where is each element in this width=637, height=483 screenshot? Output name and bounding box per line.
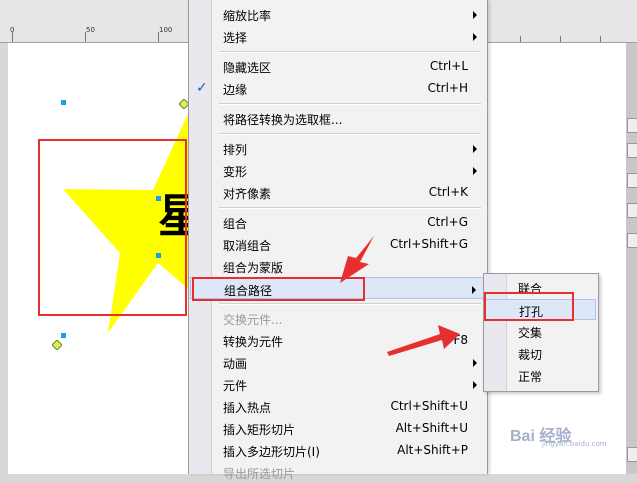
menu-separator — [219, 133, 481, 135]
menu-item-shortcut: Alt+Shift+P — [397, 443, 468, 457]
menu-item-shortcut: Ctrl+Shift+G — [389, 237, 468, 251]
ruler-tick — [600, 36, 601, 42]
submenu-item-normal[interactable]: 正常 — [485, 365, 596, 386]
menu-item-label: 动画 — [223, 357, 248, 371]
submenu-arrow-icon — [473, 11, 477, 19]
annotation-box-punch — [484, 292, 574, 321]
ruler-tick — [560, 36, 561, 42]
menu-item-animation[interactable]: 动画 — [190, 351, 486, 373]
menu-item-convert-to-symbol[interactable]: 转换为元件 F8 — [190, 329, 486, 351]
panel-slot[interactable] — [627, 118, 637, 133]
menu-item-select[interactable]: 选择 — [190, 25, 486, 47]
menu-item-shortcut: F8 — [453, 333, 468, 347]
annotation-box-combine-paths — [192, 277, 365, 301]
menu-item-insert-poly-slice[interactable]: 插入多边形切片(I) Alt+Shift+P — [190, 439, 486, 461]
menu-item-transform[interactable]: 变形 — [190, 159, 486, 181]
panel-slot[interactable] — [627, 173, 637, 188]
menu-item-label: 排列 — [223, 143, 248, 157]
submenu-arrow-icon — [472, 286, 476, 294]
watermark-subtext: jingyan.baidu.com — [542, 440, 607, 448]
menu-item-label: 隐藏选区 — [223, 61, 272, 75]
menu-item-label: 边缘 — [223, 83, 248, 97]
ruler-label: 100 — [159, 26, 173, 34]
selection-handle[interactable] — [61, 333, 66, 338]
document-canvas-right — [486, 43, 626, 474]
menu-item-symbol[interactable]: 元件 — [190, 373, 486, 395]
menu-item-label: 元件 — [223, 379, 248, 393]
menu-item-label: 组合为蒙版 — [223, 261, 284, 275]
menu-item-zoom[interactable]: 缩放比率 — [190, 3, 486, 25]
menu-item-insert-hotspot[interactable]: 插入热点 Ctrl+Shift+U — [190, 395, 486, 417]
submenu-item-crop[interactable]: 裁切 — [485, 343, 596, 364]
menu-item-ungroup[interactable]: 取消组合 Ctrl+Shift+G — [190, 233, 486, 255]
annotation-box-star — [38, 139, 187, 316]
menu-separator — [219, 303, 481, 305]
menu-item-shortcut: Alt+Shift+U — [395, 421, 468, 435]
menu-item-shortcut: Ctrl+K — [428, 185, 468, 199]
menu-item-label: 变形 — [223, 165, 248, 179]
menu-item-label: 缩放比率 — [223, 9, 272, 23]
menu-item-snap-pixel[interactable]: 对齐像素 Ctrl+K — [190, 181, 486, 203]
menu-separator — [219, 51, 481, 53]
panel-slot[interactable] — [627, 143, 637, 158]
menu-item-path-to-marquee[interactable]: 将路径转换为选取框... — [190, 107, 486, 129]
menu-item-swap-symbol[interactable]: 交换元件... — [190, 307, 486, 329]
menu-item-shortcut: Ctrl+G — [427, 215, 468, 229]
menu-item-label: 取消组合 — [223, 239, 272, 253]
menu-item-arrange[interactable]: 排列 — [190, 137, 486, 159]
menu-item-hide-selection[interactable]: 隐藏选区 Ctrl+L — [190, 55, 486, 77]
submenu-arrow-icon — [473, 145, 477, 153]
menu-item-group[interactable]: 组合 Ctrl+G — [190, 211, 486, 233]
menu-item-label: 组合 — [223, 217, 248, 231]
menu-item-shortcut: Ctrl+H — [427, 81, 468, 95]
selection-handle[interactable] — [61, 100, 66, 105]
menu-item-shortcut: Ctrl+L — [429, 59, 468, 73]
watermark-logo: Bai 经验 jingyan.baidu.com — [488, 420, 634, 454]
menu-item-label: 对齐像素 — [223, 187, 272, 201]
side-panel — [626, 43, 637, 474]
combine-paths-submenu: 联合 打孔 交集 裁切 正常 — [483, 273, 599, 392]
menu-separator — [219, 103, 481, 105]
ruler-tick — [520, 36, 521, 42]
submenu-item-label: 交集 — [518, 326, 543, 340]
menu-item-export-slice[interactable]: 导出所选切片 — [190, 461, 486, 483]
panel-slot[interactable] — [627, 233, 637, 248]
ruler-label: 50 — [86, 26, 95, 34]
menu-item-shortcut: Ctrl+Shift+U — [390, 399, 468, 413]
menu-separator — [219, 207, 481, 209]
menu-item-label: 插入多边形切片(I) — [223, 445, 320, 459]
menu-item-label: 转换为元件 — [223, 335, 284, 349]
context-menu: 缩放比率 选择 隐藏选区 Ctrl+L ✓ 边缘 Ctrl+H 将路径转换为选取… — [188, 0, 488, 481]
submenu-arrow-icon — [473, 167, 477, 175]
menu-item-edges[interactable]: ✓ 边缘 Ctrl+H — [190, 77, 486, 99]
checkmark-icon: ✓ — [196, 80, 208, 96]
menu-item-label: 选择 — [223, 31, 248, 45]
menu-item-label: 将路径转换为选取框... — [223, 113, 343, 127]
panel-slot[interactable] — [627, 203, 637, 218]
submenu-item-label: 裁切 — [518, 348, 543, 362]
submenu-arrow-icon — [473, 381, 477, 389]
submenu-item-label: 正常 — [518, 370, 543, 384]
star-point-handle[interactable] — [52, 340, 62, 350]
menu-item-label: 插入矩形切片 — [223, 423, 296, 437]
menu-item-label: 交换元件... — [223, 313, 283, 327]
submenu-arrow-icon — [473, 359, 477, 367]
menu-item-group-as-mask[interactable]: 组合为蒙版 — [190, 255, 486, 277]
submenu-item-intersect[interactable]: 交集 — [485, 321, 596, 342]
submenu-arrow-icon — [473, 33, 477, 41]
menu-item-insert-rect-slice[interactable]: 插入矩形切片 Alt+Shift+U — [190, 417, 486, 439]
ruler-label: 0 — [10, 26, 15, 34]
menu-item-label: 插入热点 — [223, 401, 272, 415]
